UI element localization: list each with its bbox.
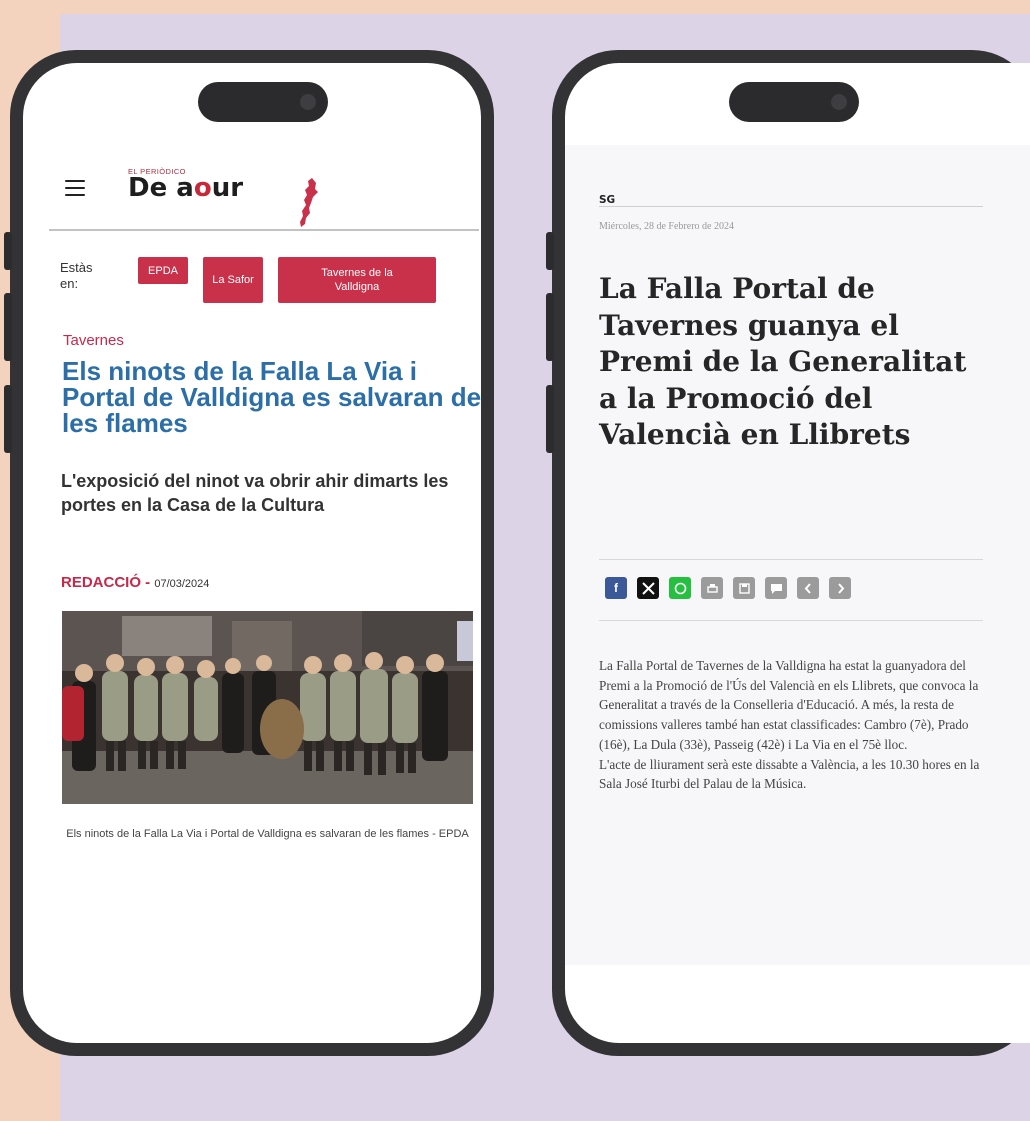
- previous-icon[interactable]: [797, 577, 819, 599]
- phone-right-screen: SG Miércoles, 28 de Febrero de 2024 La F…: [565, 63, 1030, 1043]
- group-photo-illustration: [62, 611, 473, 804]
- breadcrumb-label: Estàs en:: [60, 260, 93, 291]
- breadcrumb-item-la-safor[interactable]: La Safor: [203, 257, 263, 303]
- share-divider-bottom: [599, 620, 983, 621]
- phone-left-screen: EL PERIÒDICO De aour Estàs en: EPDA La S…: [23, 63, 481, 1043]
- camera-icon: [300, 94, 316, 110]
- dynamic-island: [729, 82, 859, 122]
- article-background: [565, 145, 1030, 965]
- photo-caption: Els ninots de la Falla La Via i Portal d…: [66, 828, 469, 840]
- article-date: 07/03/2024: [154, 578, 210, 590]
- article-byline: REDACCIÓ - 07/03/2024: [61, 574, 209, 591]
- author-initials: SG: [599, 194, 616, 206]
- share-toolbar: f: [605, 577, 861, 599]
- menu-icon[interactable]: [65, 180, 85, 201]
- logo-main-text: De aour: [128, 173, 244, 203]
- phone-silent-switch: [546, 232, 554, 270]
- breadcrumb-item-epda[interactable]: EPDA: [138, 257, 188, 284]
- phone-volume-down: [4, 385, 12, 453]
- header-divider: [49, 229, 479, 231]
- phone-left: EL PERIÒDICO De aour Estàs en: EPDA La S…: [4, 50, 494, 1056]
- article-paragraph: La Falla Portal de Tavernes de la Valldi…: [599, 658, 979, 752]
- breadcrumb-item-tavernes[interactable]: Tavernes de la Valldigna: [278, 257, 436, 303]
- dynamic-island: [198, 82, 328, 122]
- author-name: REDACCIÓ -: [61, 574, 151, 591]
- phone-volume-up: [546, 293, 554, 361]
- whatsapp-icon[interactable]: [669, 577, 691, 599]
- article-date: Miércoles, 28 de Febrero de 2024: [599, 221, 734, 232]
- logo-part: ur: [211, 173, 244, 203]
- phone-volume-up: [4, 293, 12, 361]
- facebook-icon[interactable]: f: [605, 577, 627, 599]
- article-headline: Els ninots de la Falla La Via i Portal d…: [62, 356, 481, 438]
- phone-silent-switch: [4, 232, 12, 270]
- article-paragraph: L'acte de lliurament serà este dissabte …: [599, 756, 980, 792]
- article-body: La Falla Portal de Tavernes de la Valldi…: [599, 656, 991, 794]
- site-logo[interactable]: EL PERIÒDICO De aour: [128, 167, 243, 201]
- logo-part: De a: [128, 173, 194, 203]
- comment-icon[interactable]: [765, 577, 787, 599]
- logo-part-accent: o: [193, 173, 212, 203]
- article-photo[interactable]: [62, 611, 473, 804]
- article-subheadline: L'exposició del ninot va obrir ahir dima…: [61, 471, 449, 515]
- valencia-map-icon: [300, 178, 318, 227]
- x-icon[interactable]: [637, 577, 659, 599]
- phone-volume-down: [546, 385, 554, 453]
- phone-right: SG Miércoles, 28 de Febrero de 2024 La F…: [546, 50, 1030, 1056]
- share-divider-top: [599, 559, 983, 560]
- save-icon[interactable]: [733, 577, 755, 599]
- print-icon[interactable]: [701, 577, 723, 599]
- article-headline: La Falla Portal de Tavernes guanya el Pr…: [599, 272, 967, 451]
- next-icon[interactable]: [829, 577, 851, 599]
- camera-icon: [831, 94, 847, 110]
- article-category[interactable]: Tavernes: [63, 332, 124, 349]
- author-divider: [599, 206, 983, 207]
